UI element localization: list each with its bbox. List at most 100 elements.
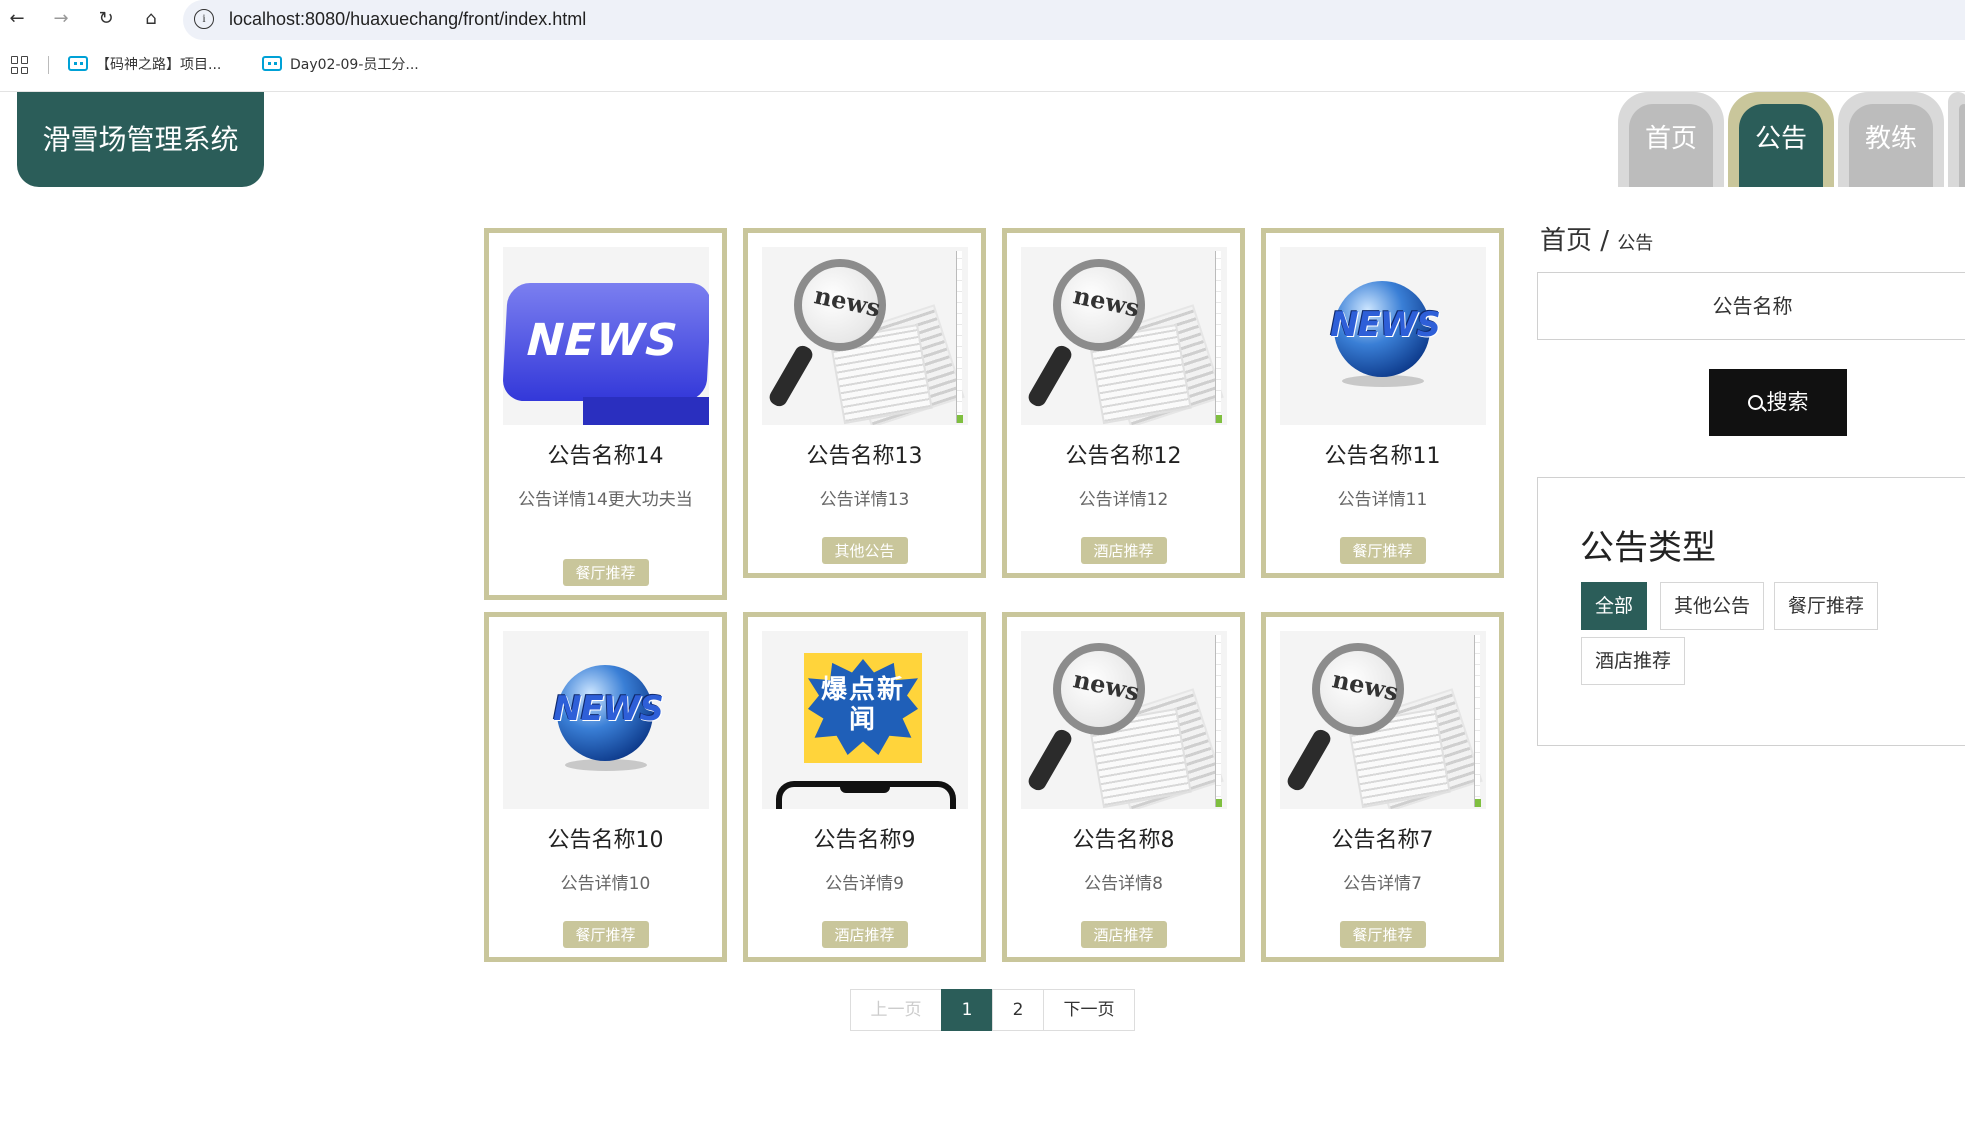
card-title[interactable]: 公告名称7 xyxy=(1266,822,1499,854)
type-filter-all[interactable]: 全部 xyxy=(1581,582,1648,630)
phone-shape xyxy=(776,781,956,809)
breaking-news-text: 爆点新闻 xyxy=(820,675,905,735)
magnifier-handle xyxy=(1284,726,1334,794)
news-key-text: NEWS xyxy=(525,315,680,366)
ruler-shape xyxy=(956,251,963,423)
url-text[interactable]: localhost:8080/huaxuechang/front/index.h… xyxy=(229,9,586,30)
pagination: 上一页 1 2 下一页 xyxy=(850,989,1135,1031)
magnifier-handle xyxy=(1025,726,1075,794)
breadcrumb-separator: / xyxy=(1600,226,1610,256)
page-button-1[interactable]: 1 xyxy=(941,989,993,1031)
notice-card[interactable]: NEWS 公告名称11 公告详情11 餐厅推荐 xyxy=(1261,228,1504,578)
bookmarks-bar: 【码神之路】项目... Day02-09-员工分... xyxy=(0,52,1965,80)
card-title[interactable]: 公告名称10 xyxy=(489,822,722,854)
news-key-base xyxy=(583,397,709,425)
bilibili-icon xyxy=(68,56,88,71)
card-tag: 餐厅推荐 xyxy=(562,559,649,586)
magnifier-handle xyxy=(1025,342,1075,410)
bookmark-separator xyxy=(48,56,49,74)
card-tag: 酒店推荐 xyxy=(1080,537,1167,564)
page-button-2[interactable]: 2 xyxy=(992,989,1044,1031)
home-icon[interactable]: ⌂ xyxy=(140,8,162,30)
magnifier-lens: news xyxy=(1312,643,1404,735)
breadcrumb-current: 公告 xyxy=(1617,233,1654,254)
bookmark-1[interactable]: 【码神之路】项目... xyxy=(68,52,221,78)
card-tag: 餐厅推荐 xyxy=(1339,921,1426,948)
globe-text: NEWS xyxy=(1330,305,1441,345)
type-filter-restaurant[interactable]: 餐厅推荐 xyxy=(1774,582,1879,630)
notice-card[interactable]: news 公告名称12 公告详情12 酒店推荐 xyxy=(1002,228,1245,578)
breadcrumb-home[interactable]: 首页 xyxy=(1540,226,1592,256)
bilibili-icon xyxy=(262,56,282,71)
card-tag: 其他公告 xyxy=(821,537,908,564)
magnifier-handle xyxy=(766,342,816,410)
reload-icon[interactable]: ↻ xyxy=(95,8,117,30)
bookmark-2-label: Day02-09-员工分... xyxy=(290,57,419,73)
search-icon xyxy=(1747,395,1763,410)
search-button[interactable]: 搜索 xyxy=(1709,369,1847,436)
notice-type-panel: 公告类型 全部 其他公告 餐厅推荐 酒店推荐 xyxy=(1537,477,1965,746)
nav-tab-more[interactable] xyxy=(1948,92,1965,187)
card-tag: 餐厅推荐 xyxy=(1339,537,1426,564)
card-title[interactable]: 公告名称8 xyxy=(1007,822,1240,854)
magnifier-lens: news xyxy=(794,259,886,351)
prev-page-button[interactable]: 上一页 xyxy=(850,989,942,1031)
card-title[interactable]: 公告名称11 xyxy=(1266,438,1499,470)
ruler-shape xyxy=(1474,635,1481,807)
news-globe-image: NEWS xyxy=(503,631,709,809)
card-tag: 酒店推荐 xyxy=(821,921,908,948)
type-filter-hotel[interactable]: 酒店推荐 xyxy=(1581,637,1686,685)
magnifier-lens: news xyxy=(1053,643,1145,735)
address-bar[interactable]: i localhost:8080/huaxuechang/front/index… xyxy=(183,0,1965,40)
breadcrumb: 首页 / 公告 xyxy=(1540,220,1653,257)
nav-tab-more-inner xyxy=(1959,104,1965,187)
card-desc: 公告详情8 xyxy=(1084,874,1163,894)
search-input[interactable]: 公告名称 xyxy=(1537,272,1965,340)
next-page-button[interactable]: 下一页 xyxy=(1043,989,1135,1031)
site-logo[interactable]: 滑雪场管理系统 xyxy=(17,92,264,187)
back-arrow-icon[interactable]: ← xyxy=(6,8,28,30)
card-desc: 公告详情12 xyxy=(1078,490,1169,510)
card-title[interactable]: 公告名称12 xyxy=(1007,438,1240,470)
notice-card[interactable]: news 公告名称7 公告详情7 餐厅推荐 xyxy=(1261,612,1504,962)
nav-tab-coach[interactable]: 教练 xyxy=(1838,92,1944,187)
notice-card[interactable]: 爆点新闻 公告名称9 公告详情9 酒店推荐 xyxy=(743,612,986,962)
magnifier-text: news xyxy=(811,280,884,323)
card-desc: 公告详情9 xyxy=(825,874,904,894)
nav-tab-home[interactable]: 首页 xyxy=(1618,92,1724,187)
magnifier-text: news xyxy=(1070,664,1143,707)
card-title[interactable]: 公告名称13 xyxy=(748,438,981,470)
news-key-shape: NEWS xyxy=(503,283,709,401)
forward-arrow-icon[interactable]: → xyxy=(50,8,72,30)
globe-text: NEWS xyxy=(553,689,664,729)
nav-tab-notice[interactable]: 公告 xyxy=(1728,92,1834,187)
card-desc: 公告详情14更大功夫当 xyxy=(518,490,693,510)
browser-toolbar: ← → ↻ ⌂ i localhost:8080/huaxuechang/fro… xyxy=(0,0,1965,40)
ruler-shape xyxy=(1215,635,1222,807)
card-title[interactable]: 公告名称14 xyxy=(489,438,722,470)
top-nav: 首页 公告 教练 xyxy=(1618,92,1965,187)
magnifier-newspaper-image: news xyxy=(1021,631,1227,809)
bookmark-2[interactable]: Day02-09-员工分... xyxy=(262,52,419,78)
notice-card[interactable]: NEWS 公告名称14 公告详情14更大功夫当 餐厅推荐 xyxy=(484,228,727,600)
card-title[interactable]: 公告名称9 xyxy=(748,822,981,854)
apps-grid-icon[interactable] xyxy=(11,56,29,74)
notice-card[interactable]: NEWS 公告名称10 公告详情10 餐厅推荐 xyxy=(484,612,727,962)
magnifier-text: news xyxy=(1070,280,1143,323)
magnifier-newspaper-image: news xyxy=(1280,631,1486,809)
notice-card[interactable]: news 公告名称8 公告详情8 酒店推荐 xyxy=(1002,612,1245,962)
magnifier-newspaper-image: news xyxy=(762,247,968,425)
bookmark-1-label: 【码神之路】项目... xyxy=(96,57,222,73)
type-filter-other[interactable]: 其他公告 xyxy=(1660,582,1765,630)
card-tag: 餐厅推荐 xyxy=(562,921,649,948)
search-button-label: 搜索 xyxy=(1766,390,1809,414)
breaking-news-image: 爆点新闻 xyxy=(762,631,968,809)
notice-card[interactable]: news 公告名称13 公告详情13 其他公告 xyxy=(743,228,986,578)
card-desc: 公告详情7 xyxy=(1343,874,1422,894)
notice-type-title: 公告类型 xyxy=(1580,528,1716,568)
nav-tab-coach-label: 教练 xyxy=(1849,104,1933,187)
magnifier-text: news xyxy=(1329,664,1402,707)
site-info-icon[interactable]: i xyxy=(194,9,214,29)
card-desc: 公告详情10 xyxy=(560,874,651,894)
card-desc: 公告详情11 xyxy=(1337,490,1428,510)
